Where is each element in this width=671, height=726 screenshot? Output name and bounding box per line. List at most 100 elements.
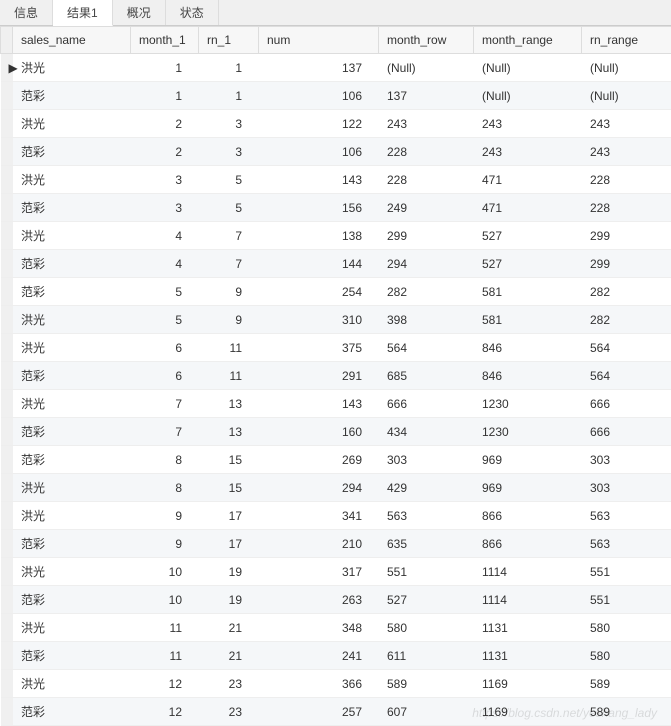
cell-month-row: 527 [379, 586, 474, 614]
row-marker [1, 306, 13, 334]
cell-rn-range: 563 [582, 502, 671, 530]
table-row[interactable]: 范彩59254282581282 [1, 278, 671, 306]
table-row[interactable]: 洪光7131436661230666 [1, 390, 671, 418]
cell-month-1: 11 [131, 642, 199, 670]
cell-num: 257 [259, 698, 379, 726]
table-row[interactable]: 洪光12233665891169589 [1, 670, 671, 698]
cell-month-row: 434 [379, 418, 474, 446]
cell-rn-range: 303 [582, 474, 671, 502]
cell-sales-name: 洪光 [13, 222, 131, 250]
cell-rn-1: 11 [199, 362, 259, 390]
cell-rn-1: 9 [199, 278, 259, 306]
cell-sales-name: 洪光 [13, 614, 131, 642]
tab-info[interactable]: 信息 [0, 0, 53, 25]
row-marker [1, 166, 13, 194]
tab-result1[interactable]: 结果1 [53, 0, 113, 26]
col-sales-name[interactable]: sales_name [13, 27, 131, 54]
cell-month-row: 294 [379, 250, 474, 278]
table-row[interactable]: 范彩815269303969303 [1, 446, 671, 474]
cell-num: 375 [259, 334, 379, 362]
table-row[interactable]: ▶洪光11137(Null)(Null)(Null) [1, 54, 671, 82]
tab-overview[interactable]: 概况 [113, 0, 166, 25]
cell-rn-1: 19 [199, 586, 259, 614]
cell-rn-1: 21 [199, 642, 259, 670]
table-row[interactable]: 范彩47144294527299 [1, 250, 671, 278]
cell-sales-name: 范彩 [13, 362, 131, 390]
table-row[interactable]: 范彩23106228243243 [1, 138, 671, 166]
cell-rn-range: (Null) [582, 82, 671, 110]
cell-rn-range: 282 [582, 278, 671, 306]
cell-month-range: 243 [474, 110, 582, 138]
result-grid[interactable]: sales_name month_1 rn_1 num month_row mo… [0, 26, 671, 726]
cell-month-row: 666 [379, 390, 474, 418]
table-row[interactable]: 洪光917341563866563 [1, 502, 671, 530]
cell-month-1: 6 [131, 334, 199, 362]
table-row[interactable]: 范彩35156249471228 [1, 194, 671, 222]
table-row[interactable]: 范彩12232576071169589 [1, 698, 671, 726]
cell-rn-1: 11 [199, 334, 259, 362]
cell-rn-1: 15 [199, 446, 259, 474]
cell-rn-1: 1 [199, 54, 259, 82]
cell-sales-name: 洪光 [13, 670, 131, 698]
table-row[interactable]: 洪光611375564846564 [1, 334, 671, 362]
cell-rn-range: 580 [582, 614, 671, 642]
cell-rn-range: 551 [582, 586, 671, 614]
col-rn-1[interactable]: rn_1 [199, 27, 259, 54]
tab-status[interactable]: 状态 [166, 0, 219, 25]
cell-month-range: (Null) [474, 82, 582, 110]
cell-month-row: 243 [379, 110, 474, 138]
row-marker [1, 698, 13, 726]
cell-rn-range: 580 [582, 642, 671, 670]
cell-sales-name: 范彩 [13, 138, 131, 166]
col-num[interactable]: num [259, 27, 379, 54]
cell-rn-1: 13 [199, 418, 259, 446]
cell-month-1: 9 [131, 530, 199, 558]
cell-month-1: 2 [131, 138, 199, 166]
cell-num: 156 [259, 194, 379, 222]
table-row[interactable]: 范彩11106137(Null)(Null) [1, 82, 671, 110]
header-row: sales_name month_1 rn_1 num month_row mo… [1, 27, 671, 54]
cell-month-1: 5 [131, 306, 199, 334]
cell-rn-range: 563 [582, 530, 671, 558]
row-marker [1, 474, 13, 502]
cell-sales-name: 范彩 [13, 250, 131, 278]
col-month-row[interactable]: month_row [379, 27, 474, 54]
cell-rn-1: 3 [199, 138, 259, 166]
cell-month-row: 137 [379, 82, 474, 110]
table-row[interactable]: 洪光10193175511114551 [1, 558, 671, 586]
table-row[interactable]: 洪光815294429969303 [1, 474, 671, 502]
cell-month-row: 228 [379, 166, 474, 194]
table-row[interactable]: 洪光35143228471228 [1, 166, 671, 194]
row-marker [1, 194, 13, 222]
cell-month-1: 8 [131, 474, 199, 502]
cell-month-1: 12 [131, 698, 199, 726]
table-row[interactable]: 范彩7131604341230666 [1, 418, 671, 446]
table-row[interactable]: 范彩917210635866563 [1, 530, 671, 558]
table-row[interactable]: 范彩611291685846564 [1, 362, 671, 390]
table-row[interactable]: 洪光11213485801131580 [1, 614, 671, 642]
col-month-1[interactable]: month_1 [131, 27, 199, 54]
cell-month-range: 471 [474, 166, 582, 194]
cell-num: 160 [259, 418, 379, 446]
cell-num: 294 [259, 474, 379, 502]
cell-num: 317 [259, 558, 379, 586]
cell-rn-1: 21 [199, 614, 259, 642]
cell-rn-range: 589 [582, 670, 671, 698]
col-month-range[interactable]: month_range [474, 27, 582, 54]
cell-month-row: 580 [379, 614, 474, 642]
cell-num: 106 [259, 138, 379, 166]
row-marker [1, 334, 13, 362]
table-row[interactable]: 范彩10192635271114551 [1, 586, 671, 614]
result-grid-wrap: sales_name month_1 rn_1 num month_row mo… [0, 26, 671, 726]
cell-rn-range: 666 [582, 390, 671, 418]
table-row[interactable]: 洪光59310398581282 [1, 306, 671, 334]
col-rn-range[interactable]: rn_range [582, 27, 671, 54]
table-row[interactable]: 洪光23122243243243 [1, 110, 671, 138]
row-marker [1, 390, 13, 418]
cell-month-range: 527 [474, 222, 582, 250]
cell-rn-1: 7 [199, 250, 259, 278]
cell-sales-name: 范彩 [13, 82, 131, 110]
table-row[interactable]: 范彩11212416111131580 [1, 642, 671, 670]
table-row[interactable]: 洪光47138299527299 [1, 222, 671, 250]
cell-sales-name: 洪光 [13, 334, 131, 362]
